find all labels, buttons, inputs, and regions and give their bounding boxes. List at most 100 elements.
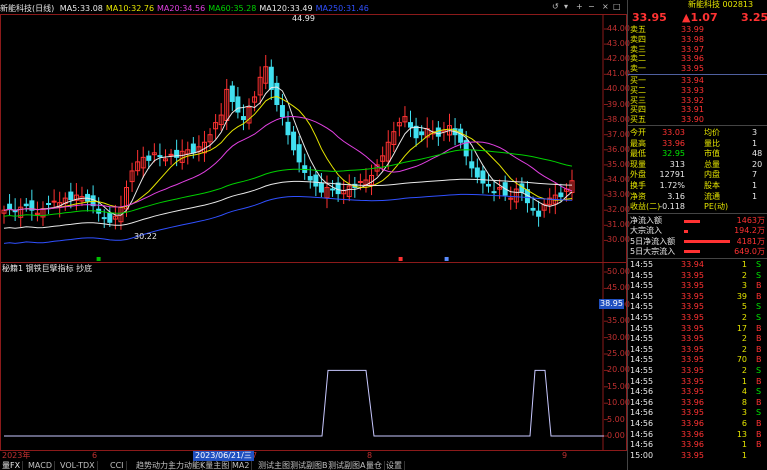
plus-icon[interactable]: + [576,2,583,12]
quote-label: 均价 [704,128,720,137]
bottom-tab[interactable]: CCI [108,461,127,470]
tick-volume: 4 [741,387,747,397]
fund-flow-label: 大宗流入 [630,226,662,236]
candle-body [285,121,291,136]
tick-time: 14:55 [630,334,654,344]
quote-value: 1 [752,138,758,148]
candle-body [435,127,441,137]
ma-value: 32.76 [131,4,155,13]
quote-value: 12791 [659,170,685,180]
fund-flow-bar [684,250,701,254]
tick-volume: 8 [741,397,747,407]
tick-side: B [756,376,762,386]
order-book-sell-label: 卖二 [630,54,646,64]
candle-body [536,210,542,217]
candlestick-chart[interactable] [0,0,627,470]
tick-side: S [756,408,762,418]
order-book-buy-price: 33.91 [681,105,704,115]
quote-label: 市值 [704,149,720,159]
tick-price: 33.95 [681,387,704,397]
order-book-buy-label: 买一 [630,76,646,85]
order-book-buy-label: 买二 [630,85,646,95]
candle-body [291,131,297,151]
order-book-buy-label: 买四 [630,105,646,115]
chart-toolbar: ↺ ▾ + − × □ [550,2,626,14]
indicator-pane-frame [0,262,627,451]
tick-volume: 39 [736,291,747,301]
candle-body [485,183,491,187]
indicator-current-value: 38.95 [599,299,624,309]
indicator-axis-label: 5.00 [607,414,625,424]
tick-volume: 13 [736,429,747,439]
fund-flow-label: 净流入额 [630,216,662,225]
candle-body [296,144,302,163]
candle-body [46,203,52,206]
close-icon[interactable]: × [602,2,609,12]
order-book-sell-label: 卖四 [630,34,646,44]
tick-price: 33.96 [681,419,704,428]
arrow-icon[interactable]: ↺ [552,2,559,12]
main-chart-area[interactable]: 新能科技(日线) MA5:33.08 MA10:32.76 MA20:34.56 MA… [0,0,630,470]
candle-body [7,203,13,210]
expand-icon[interactable]: □ [613,2,621,12]
bottom-tab[interactable]: 量FX [0,461,24,470]
tick-time: 14:55 [630,344,654,354]
bottom-tab[interactable]: K量主图 [198,461,233,470]
ma-value: 31.46 [345,4,369,13]
candle-body [458,128,464,143]
fund-flow-bar [684,240,730,244]
tick-volume: 2 [741,366,747,375]
fund-flow-bar [684,219,701,223]
time-axis-label: 8 [367,451,373,460]
quote-value: 3.16 [667,191,685,201]
tick-price: 33.95 [681,450,704,460]
bottom-tab[interactable]: 量仓 [364,461,385,470]
order-book-buy-price: 33.94 [681,76,704,85]
high-annotation: 44.99 [292,14,315,23]
tick-side: B [756,440,762,450]
ma-legend-item: MA250:31.46 [316,4,369,13]
bottom-tab[interactable]: MACD [26,461,55,470]
price-change: ▲1.07 [682,11,718,24]
tick-volume: 17 [736,323,747,333]
quote-value: 20 [752,159,763,169]
quote-value: 33.96 [662,138,685,148]
quote-value: 1 [752,191,758,201]
time-axis-label: 6 [92,451,98,460]
candle-body [408,122,414,128]
candle-body [107,212,113,223]
candle-body [146,155,152,161]
quote-label: 最低 [630,149,646,159]
bottom-tab[interactable]: 测试副图A [326,461,369,470]
tick-price: 33.96 [681,440,704,450]
tick-side: B [756,323,762,333]
candle-body [330,188,336,191]
order-book-sell-label: 卖三 [630,44,646,54]
tick-price: 33.95 [681,408,704,418]
bottom-tab[interactable]: VOL-TDX [58,461,98,470]
stock-header: 新能科技 002813 [688,0,753,10]
chevron-down-icon[interactable]: ▾ [564,2,568,12]
minus-icon[interactable]: − [588,2,595,12]
bottom-tab[interactable]: 测试副图B [288,461,331,470]
tick-price: 33.95 [681,302,704,312]
order-book-sell-price: 33.99 [681,25,704,34]
fund-flow-bar [684,229,689,233]
tick-price: 33.96 [681,397,704,407]
quote-label: 现量 [630,159,646,169]
tick-side: B [756,291,762,301]
candle-body [268,66,274,90]
tick-side: B [756,344,762,354]
tick-time: 14:55 [630,260,654,269]
bottom-tab[interactable]: MA2 [230,461,253,470]
tick-volume: 70 [736,355,747,365]
order-book-divider [628,74,767,75]
tick-side: B [756,334,762,344]
fund-flow-value: 1463万 [736,216,765,225]
tick-time: 14:55 [630,291,654,301]
tick-side: B [756,419,762,428]
bottom-tab[interactable]: 设置 [384,461,405,470]
time-axis-cursor-label: 2023/06/21/三 [193,451,254,461]
candle-body [419,131,425,136]
ma-label: MA5: [59,4,80,13]
